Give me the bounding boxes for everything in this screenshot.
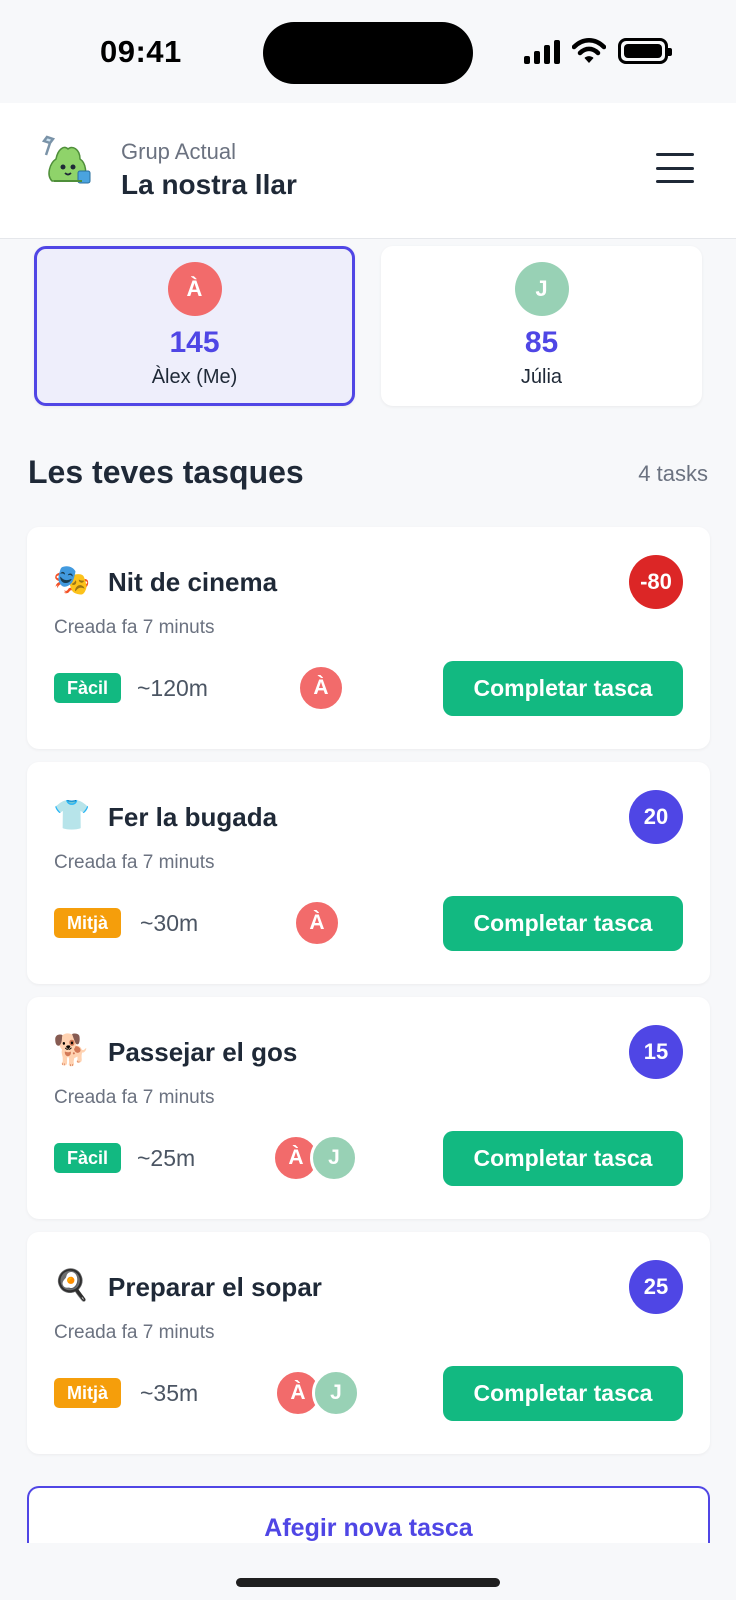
task-created: Creada fa 7 minuts [54,1087,215,1108]
task-title: Passejar el gos [108,1037,298,1067]
app-header: Grup Actual La nostra llar [0,103,736,239]
task-created: Creada fa 7 minuts [54,617,215,638]
difficulty-badge: Mitjà [54,908,122,938]
shirt-icon: 👕 [53,799,91,832]
frying-pan-icon: 🍳 [53,1269,91,1302]
member-points: 85 [524,326,559,359]
status-bar: 09:41 [0,0,736,103]
member-scoreboard: À 145 Àlex (Me) J 85 Júlia [34,246,704,406]
task-duration: ~30m [140,910,199,936]
avatar: J [312,1369,360,1417]
group-name: La nostra llar [121,169,297,200]
cellular-signal-icon [524,38,560,64]
hamburger-menu-icon[interactable] [656,153,694,183]
avatar: J [310,1134,358,1182]
task-card: 🍳 Preparar el sopar Creada fa 7 minuts 2… [27,1232,710,1454]
status-icons [524,38,672,64]
task-title: Preparar el sopar [108,1272,322,1302]
theater-masks-icon: 🎭 [53,564,91,597]
task-card: 🎭 Nit de cinema Creada fa 7 minuts -80 F… [27,527,710,749]
task-list: 🎭 Nit de cinema Creada fa 7 minuts -80 F… [27,527,710,1467]
assignees: À J [274,1369,360,1417]
member-card-julia[interactable]: J 85 Júlia [381,246,702,406]
green-blob-mascot-icon [41,135,91,184]
task-card: 🐕 Passejar el gos Creada fa 7 minuts 15 … [27,997,710,1219]
complete-task-button[interactable]: Completar tasca [443,1366,683,1421]
bottom-safe-area [0,1543,736,1600]
assignees: À [293,899,341,947]
group-caption: Grup Actual [121,139,236,164]
battery-icon [618,38,672,64]
difficulty-badge: Mitjà [54,1378,122,1408]
task-title: Fer la bugada [108,802,278,832]
complete-task-button[interactable]: Completar tasca [443,896,683,951]
task-duration: ~25m [137,1145,196,1171]
home-indicator[interactable] [236,1578,500,1587]
difficulty-badge: Fàcil [54,673,122,703]
dog-icon: 🐕 [53,1034,91,1067]
task-created: Creada fa 7 minuts [54,852,215,873]
complete-task-button[interactable]: Completar tasca [443,1131,683,1186]
task-points-badge: 20 [629,790,683,844]
status-time: 09:41 [100,34,182,69]
member-points: 145 [169,326,220,359]
task-created: Creada fa 7 minuts [54,1322,215,1343]
member-card-alex[interactable]: À 145 Àlex (Me) [34,246,355,406]
task-points-badge: 15 [629,1025,683,1079]
complete-task-button[interactable]: Completar tasca [443,661,683,716]
member-name: Júlia [520,366,563,388]
assignees: À [297,664,345,712]
avatar: À [297,664,345,712]
avatar: À [293,899,341,947]
assignees: À J [272,1134,358,1182]
task-duration: ~35m [140,1380,199,1406]
avatar: À [167,262,222,316]
task-card: 👕 Fer la bugada Creada fa 7 minuts 20 Mi… [27,762,710,984]
dynamic-island [263,22,473,84]
task-points-badge: 25 [629,1260,683,1314]
task-points-badge: -80 [629,555,683,609]
avatar: J [514,262,569,316]
task-duration: ~120m [137,675,208,701]
section-title: Les teves tasques [28,454,304,490]
wifi-icon [572,38,606,63]
member-name: Àlex (Me) [151,366,238,388]
difficulty-badge: Fàcil [54,1143,122,1173]
task-count: 4 tasks [638,461,708,486]
task-title: Nit de cinema [108,567,278,597]
